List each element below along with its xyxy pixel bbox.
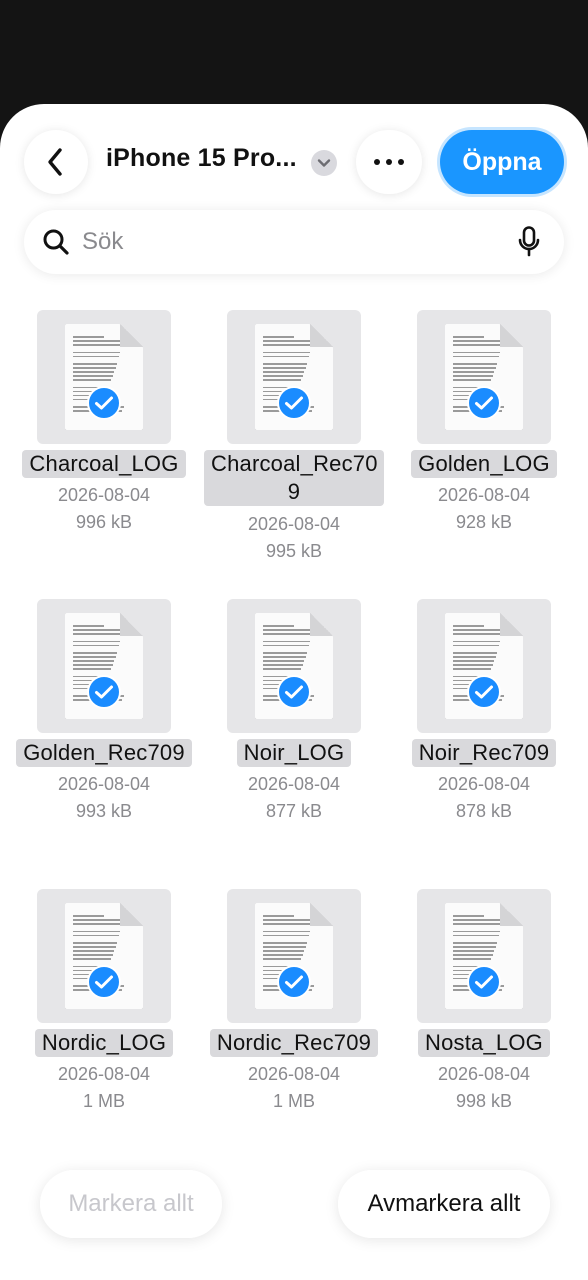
file-thumbnail[interactable] xyxy=(417,599,551,733)
checkmark-icon xyxy=(277,675,311,709)
file-size: 993 kB xyxy=(75,801,133,821)
checkmark-icon xyxy=(87,386,121,420)
file-thumbnail[interactable] xyxy=(417,889,551,1023)
file-thumbnail[interactable] xyxy=(37,889,171,1023)
file-picker-sheet: iPhone 15 Pro... Öppna Charcoal_LOG 2026-… xyxy=(0,104,588,1280)
more-button[interactable] xyxy=(356,130,422,194)
file-thumbnail[interactable] xyxy=(227,599,361,733)
file-thumbnail[interactable] xyxy=(227,310,361,444)
header: iPhone 15 Pro... Öppna xyxy=(0,130,588,194)
deselect-all-button[interactable]: Avmarkera allt xyxy=(338,1170,550,1238)
file-name: Nordic_LOG xyxy=(6,1029,202,1057)
back-button[interactable] xyxy=(24,130,88,194)
checkmark-icon xyxy=(87,675,121,709)
file-name: Noir_Rec709 xyxy=(386,739,582,767)
select-all-button[interactable]: Markera allt xyxy=(40,1170,222,1238)
file-thumbnail[interactable] xyxy=(417,310,551,444)
checkmark-icon xyxy=(467,386,501,420)
file-size: 996 kB xyxy=(75,512,133,532)
file-date: 2026-08-04 xyxy=(57,485,151,505)
file-size: 928 kB xyxy=(455,512,513,532)
file-name: Noir_LOG xyxy=(196,739,392,767)
search-icon xyxy=(43,229,69,255)
location-dropdown-button[interactable] xyxy=(311,150,337,176)
file-name: Nosta_LOG xyxy=(386,1029,582,1057)
file-date: 2026-08-04 xyxy=(437,1064,531,1084)
file-thumbnail[interactable] xyxy=(227,889,361,1023)
search-input[interactable] xyxy=(82,225,502,259)
file-date: 2026-08-04 xyxy=(57,1064,151,1084)
search-bar[interactable] xyxy=(24,210,564,274)
file-size: 1 MB xyxy=(82,1091,125,1111)
file-thumbnail[interactable] xyxy=(37,599,171,733)
file-size: 1 MB xyxy=(272,1091,315,1111)
file-name: Charcoal_LOG xyxy=(6,450,202,478)
file-date: 2026-08-04 xyxy=(57,774,151,794)
open-button[interactable]: Öppna xyxy=(440,130,564,194)
chevron-left-icon xyxy=(48,148,62,176)
checkmark-icon xyxy=(467,675,501,709)
checkmark-icon xyxy=(87,965,121,999)
file-date: 2026-08-04 xyxy=(247,1064,341,1084)
chevron-down-icon xyxy=(317,159,331,167)
microphone-icon[interactable] xyxy=(518,226,540,258)
file-size: 878 kB xyxy=(455,801,513,821)
more-icon xyxy=(374,159,380,165)
file-name: Nordic_Rec709 xyxy=(196,1029,392,1057)
location-title[interactable]: iPhone 15 Pro... xyxy=(106,144,297,173)
file-name: Golden_Rec709 xyxy=(6,739,202,767)
file-size: 998 kB xyxy=(455,1091,513,1111)
file-date: 2026-08-04 xyxy=(437,485,531,505)
file-name: Charcoal_Rec70 9 xyxy=(196,450,392,506)
file-date: 2026-08-04 xyxy=(247,774,341,794)
file-size: 995 kB xyxy=(265,541,323,561)
file-size: 877 kB xyxy=(265,801,323,821)
checkmark-icon xyxy=(467,965,501,999)
file-name: Golden_LOG xyxy=(386,450,582,478)
checkmark-icon xyxy=(277,965,311,999)
file-thumbnail[interactable] xyxy=(37,310,171,444)
file-date: 2026-08-04 xyxy=(247,514,341,534)
file-date: 2026-08-04 xyxy=(437,774,531,794)
checkmark-icon xyxy=(277,386,311,420)
